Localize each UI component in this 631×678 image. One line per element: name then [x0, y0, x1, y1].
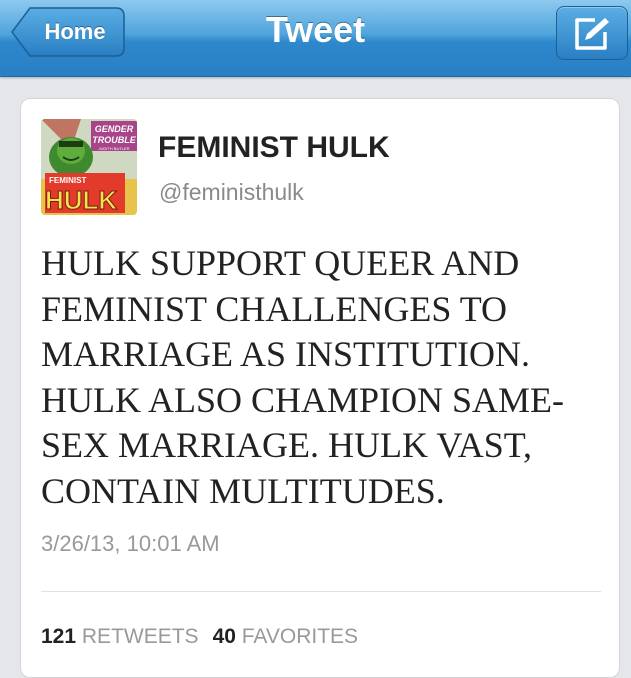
retweets-label: RETWEETS [81, 625, 199, 648]
tweet-text: HULK SUPPORT QUEER AND FEMINIST CHALLENG… [41, 241, 611, 514]
tweet-text-line: SEX MARRIAGE. HULK VAST, [41, 425, 533, 465]
navigation-bar: Home Tweet [0, 0, 631, 77]
compose-button[interactable] [556, 6, 628, 60]
hulk-avatar-icon: GENDER TROUBLE JUDITH BUTLER FEMINIST HU… [41, 119, 137, 215]
favorites-stat[interactable]: 40 FAVORITES [213, 625, 359, 648]
tweet-text-line: HULK ALSO CHAMPION SAME- [41, 379, 565, 420]
display-name[interactable]: FEMINIST HULK [158, 131, 390, 165]
retweets-stat[interactable]: 121 RETWEETS [41, 625, 199, 648]
favorites-count: 40 [212, 625, 236, 648]
page-title: Tweet [265, 9, 366, 50]
tweet-text-line: MARRIAGE AS INSTITUTION. [41, 334, 530, 374]
favorites-label: FAVORITES [241, 625, 359, 648]
tweet-timestamp: 3/26/13, 10:01 AM [41, 531, 220, 556]
compose-icon [575, 18, 609, 50]
retweets-count: 121 [41, 625, 77, 648]
tweet-stats: 121 RETWEETS 40 FAVORITES [41, 625, 358, 649]
avatar-banner-text: GENDER [95, 124, 134, 134]
user-handle[interactable]: @feministhulk [159, 179, 304, 206]
avatar-author-text: JUDITH BUTLER [98, 146, 129, 151]
avatar-label-big: HULK [45, 185, 117, 215]
tweet-text-line: CONTAIN MULTITUDES. [41, 470, 445, 511]
svg-text:TROUBLE: TROUBLE [92, 135, 136, 145]
tweet-text-line: HULK SUPPORT QUEER AND [41, 243, 520, 283]
avatar[interactable]: GENDER TROUBLE JUDITH BUTLER FEMINIST HU… [41, 119, 137, 215]
tweet-text-line: FEMINIST CHALLENGES TO [41, 288, 508, 329]
divider [41, 591, 601, 592]
avatar-label-small: FEMINIST [49, 176, 86, 185]
tweet-card: GENDER TROUBLE JUDITH BUTLER FEMINIST HU… [20, 98, 620, 678]
